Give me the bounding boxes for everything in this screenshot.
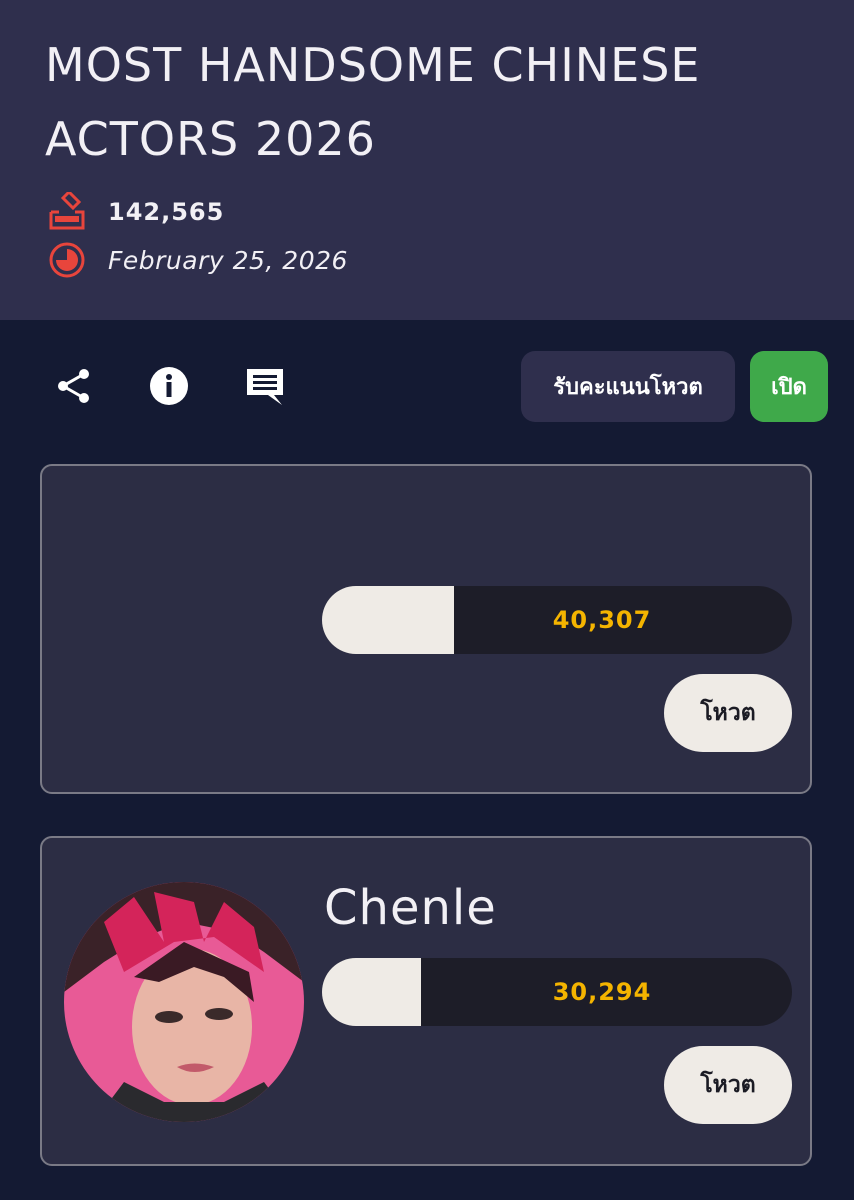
share-icon[interactable] (52, 364, 96, 408)
candidate-vote-count: 40,307 (552, 606, 652, 634)
vote-button[interactable]: โหวต (664, 674, 792, 752)
candidate-card: 40,307 โหวต (40, 464, 812, 794)
info-icon[interactable] (147, 364, 191, 408)
vote-count-row: 142,565 (47, 192, 224, 232)
ballot-box-icon (47, 192, 87, 232)
comment-icon[interactable] (243, 364, 287, 408)
get-vote-points-button[interactable]: รับคะแนนโหวต (521, 351, 735, 422)
vote-progress-bar: 40,307 (322, 586, 792, 654)
candidate-vote-count: 30,294 (552, 978, 652, 1006)
poll-title: MOST HANDSOME CHINESE ACTORS 2026 (45, 38, 701, 166)
open-button[interactable]: เปิด (750, 351, 828, 422)
poll-date: February 25, 2026 (108, 245, 348, 275)
poll-header: MOST HANDSOME CHINESE ACTORS 2026 142,56… (0, 0, 854, 320)
candidate-name: Chenle (324, 880, 497, 936)
total-votes: 142,565 (108, 198, 225, 226)
clock-icon (47, 240, 87, 280)
candidate-avatar (64, 882, 304, 1122)
vote-progress-bar: 30,294 (322, 958, 792, 1026)
vote-button[interactable]: โหวต (664, 1046, 792, 1124)
candidate-card: Chenle 30,294 โหวต (40, 836, 812, 1166)
date-row: February 25, 2026 (47, 240, 348, 280)
